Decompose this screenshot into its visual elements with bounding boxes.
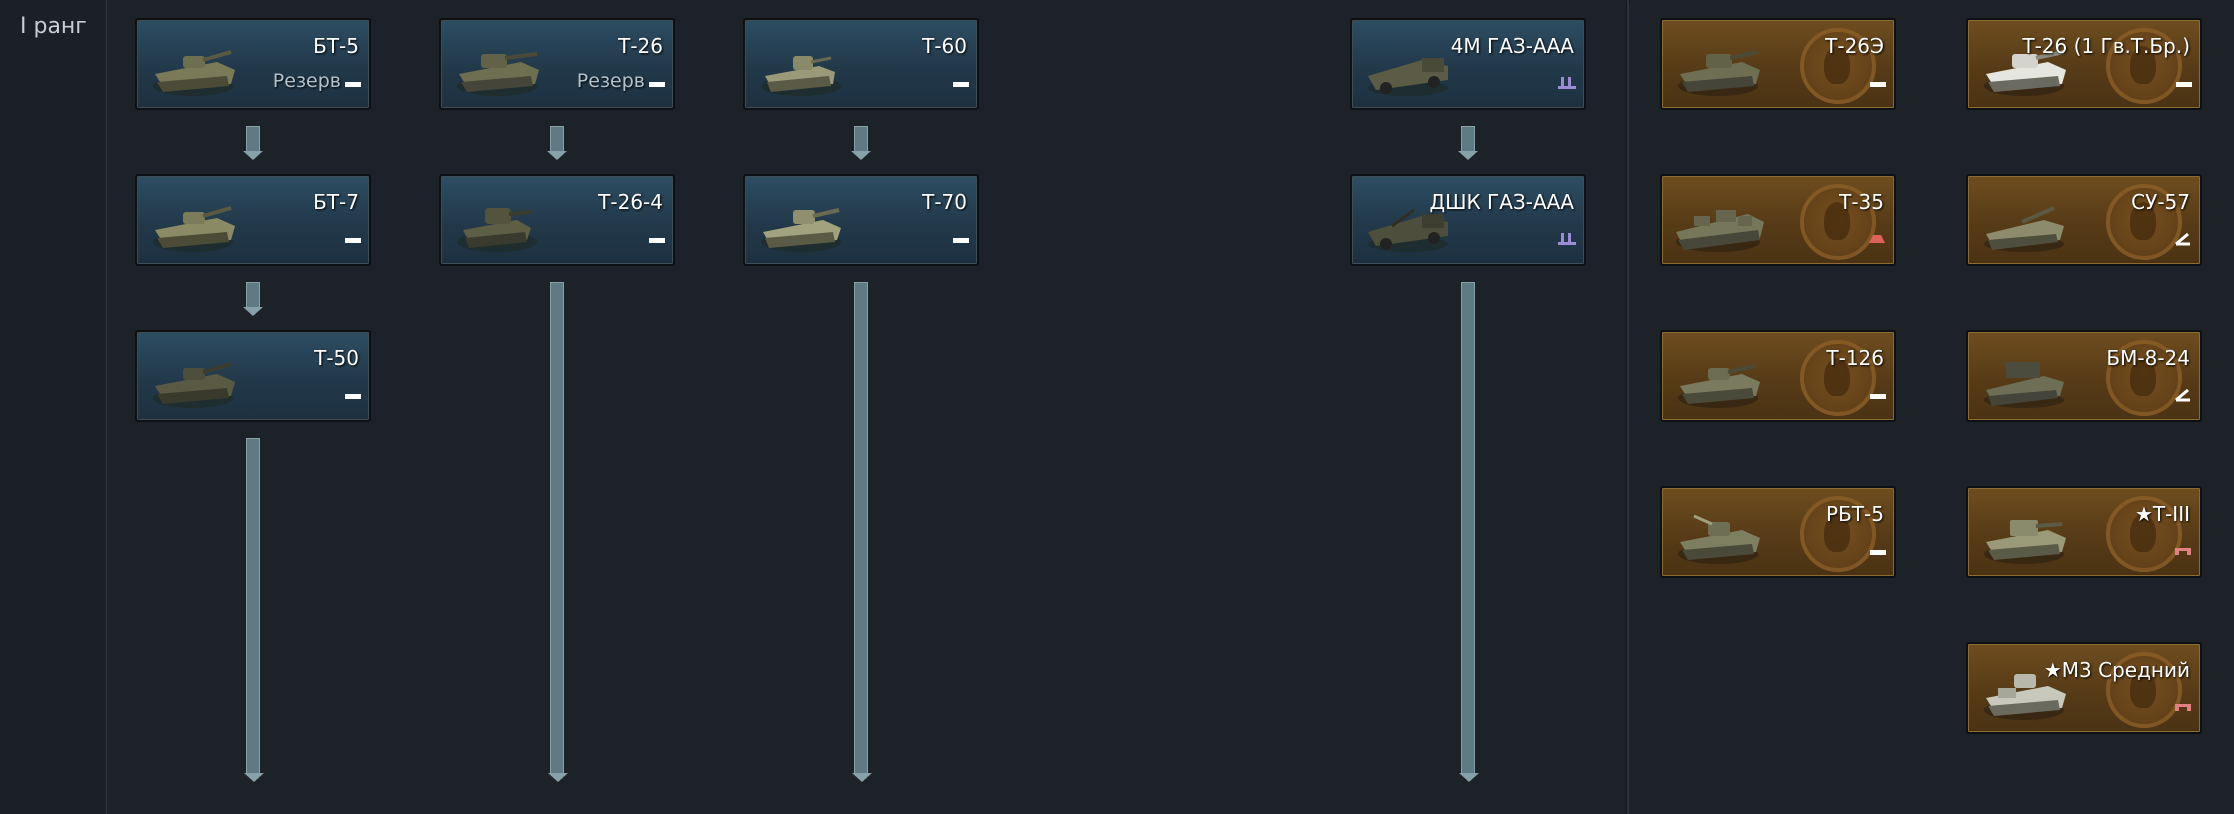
premium-card-t126[interactable]: Т-126 [1660, 330, 1896, 422]
light-tank-icon [649, 238, 665, 243]
premium-card-su57[interactable]: СУ-57 [1966, 174, 2202, 266]
arrow-down [243, 282, 263, 320]
vehicle-name: БМ-8-24 [2106, 346, 2190, 370]
rank-column: I ранг [0, 0, 107, 814]
vehicle-status: Резерв [272, 70, 341, 92]
vehicle-card-bt7[interactable]: БТ-7 [135, 174, 371, 266]
vehicle-card-bt5[interactable]: БТ-5 Резерв [135, 18, 371, 110]
heavy-tank-icon [1869, 235, 1885, 243]
vehicle-name: Т-50 [314, 346, 359, 370]
arrow-down-long [1458, 282, 1480, 784]
section-divider [1626, 0, 1629, 814]
light-tank-icon [1870, 394, 1886, 399]
tank-icon [153, 362, 235, 408]
light-tank-icon [345, 394, 361, 399]
premium-card-t-iii[interactable]: ★Т-III [1966, 486, 2202, 578]
vehicle-status: Резерв [576, 70, 645, 92]
premium-card-t35[interactable]: Т-35 [1660, 174, 1896, 266]
light-tank-icon [953, 82, 969, 87]
vehicle-name: Т-26 [618, 34, 663, 58]
arrow-down [243, 126, 263, 164]
premium-card-t26-1gvtbr[interactable]: Т-26 (1 Гв.Т.Бр.) [1966, 18, 2202, 110]
premium-card-bm824[interactable]: БМ-8-24 [1966, 330, 2202, 422]
vehicle-name: 4М ГАЗ-ААА [1450, 34, 1574, 58]
tank-icon [1676, 210, 1764, 252]
vehicle-name: Т-70 [922, 190, 967, 214]
tank-icon [1678, 364, 1760, 408]
vehicle-name: ★М3 Средний [2043, 658, 2190, 682]
premium-card-rbt5[interactable]: РБТ-5 [1660, 486, 1896, 578]
tank-icon [457, 208, 537, 252]
vehicle-name: Т-35 [1839, 190, 1884, 214]
vehicle-name: Т-26 (1 Гв.Т.Бр.) [2022, 34, 2190, 58]
vehicle-card-dshk-gaz-aaa[interactable]: ДШК ГАЗ-ААА [1350, 174, 1586, 266]
light-tank-icon [649, 82, 665, 87]
tank-icon [1984, 362, 2064, 408]
tank-icon [153, 206, 235, 252]
tank-icon [761, 208, 841, 252]
light-tank-icon [345, 82, 361, 87]
truck-icon [1368, 58, 1448, 96]
light-tank-icon [953, 238, 969, 243]
vehicle-card-t50[interactable]: Т-50 [135, 330, 371, 422]
vehicle-card-4m-gaz-aaa[interactable]: 4М ГАЗ-ААА [1350, 18, 1586, 110]
arrow-down [547, 126, 567, 164]
tank-icon [1984, 520, 2066, 564]
spaa-icon [1558, 233, 1576, 245]
arrow-down [851, 126, 871, 164]
vehicle-name: Т-26Э [1825, 34, 1884, 58]
light-tank-icon [1870, 82, 1886, 87]
premium-card-m3-medium[interactable]: ★М3 Средний [1966, 642, 2202, 734]
light-tank-icon [345, 238, 361, 243]
arrow-down-long [243, 438, 265, 784]
vehicle-card-t60[interactable]: Т-60 [743, 18, 979, 110]
light-tank-icon [2176, 82, 2192, 87]
spaa-icon [1558, 77, 1576, 89]
tank-destroyer-icon [2175, 388, 2190, 402]
tank-icon [761, 56, 841, 96]
arrow-down-long [547, 282, 569, 784]
light-tank-icon [1870, 550, 1886, 555]
arrow-down [1458, 126, 1478, 164]
vehicle-name: РБТ-5 [1826, 502, 1884, 526]
research-tree: БТ-5 Резерв БТ-7 Т-50 Т-26 Резерв Т-26-4 [107, 0, 1627, 814]
vehicle-card-t70[interactable]: Т-70 [743, 174, 979, 266]
vehicle-card-t26-4[interactable]: Т-26-4 [439, 174, 675, 266]
tank-destroyer-icon [2175, 232, 2190, 246]
vehicle-name: БТ-5 [313, 34, 359, 58]
vehicle-name: Т-26-4 [598, 190, 663, 214]
premium-vehicles: Т-26Э Т-35 Т-126 РБТ-5 Т-26 (1 Гв.Т.Бр.)… [1630, 0, 2234, 814]
vehicle-name: СУ-57 [2131, 190, 2190, 214]
tank-icon [1678, 50, 1760, 96]
vehicle-name: ДШК ГАЗ-ААА [1429, 190, 1574, 214]
medium-tank-icon [2175, 704, 2191, 711]
tank-icon [457, 52, 539, 96]
tank-icon [1678, 514, 1760, 564]
tank-icon [1984, 206, 2064, 252]
vehicle-card-t26[interactable]: Т-26 Резерв [439, 18, 675, 110]
tank-icon [153, 50, 235, 96]
vehicle-name: БТ-7 [313, 190, 359, 214]
medium-tank-icon [2175, 548, 2191, 555]
vehicle-name: Т-126 [1826, 346, 1884, 370]
arrow-down-long [851, 282, 873, 784]
vehicle-name: Т-60 [922, 34, 967, 58]
rank-label: I ранг [20, 14, 87, 39]
vehicle-name: ★Т-III [2134, 502, 2190, 526]
premium-card-t26e[interactable]: Т-26Э [1660, 18, 1896, 110]
